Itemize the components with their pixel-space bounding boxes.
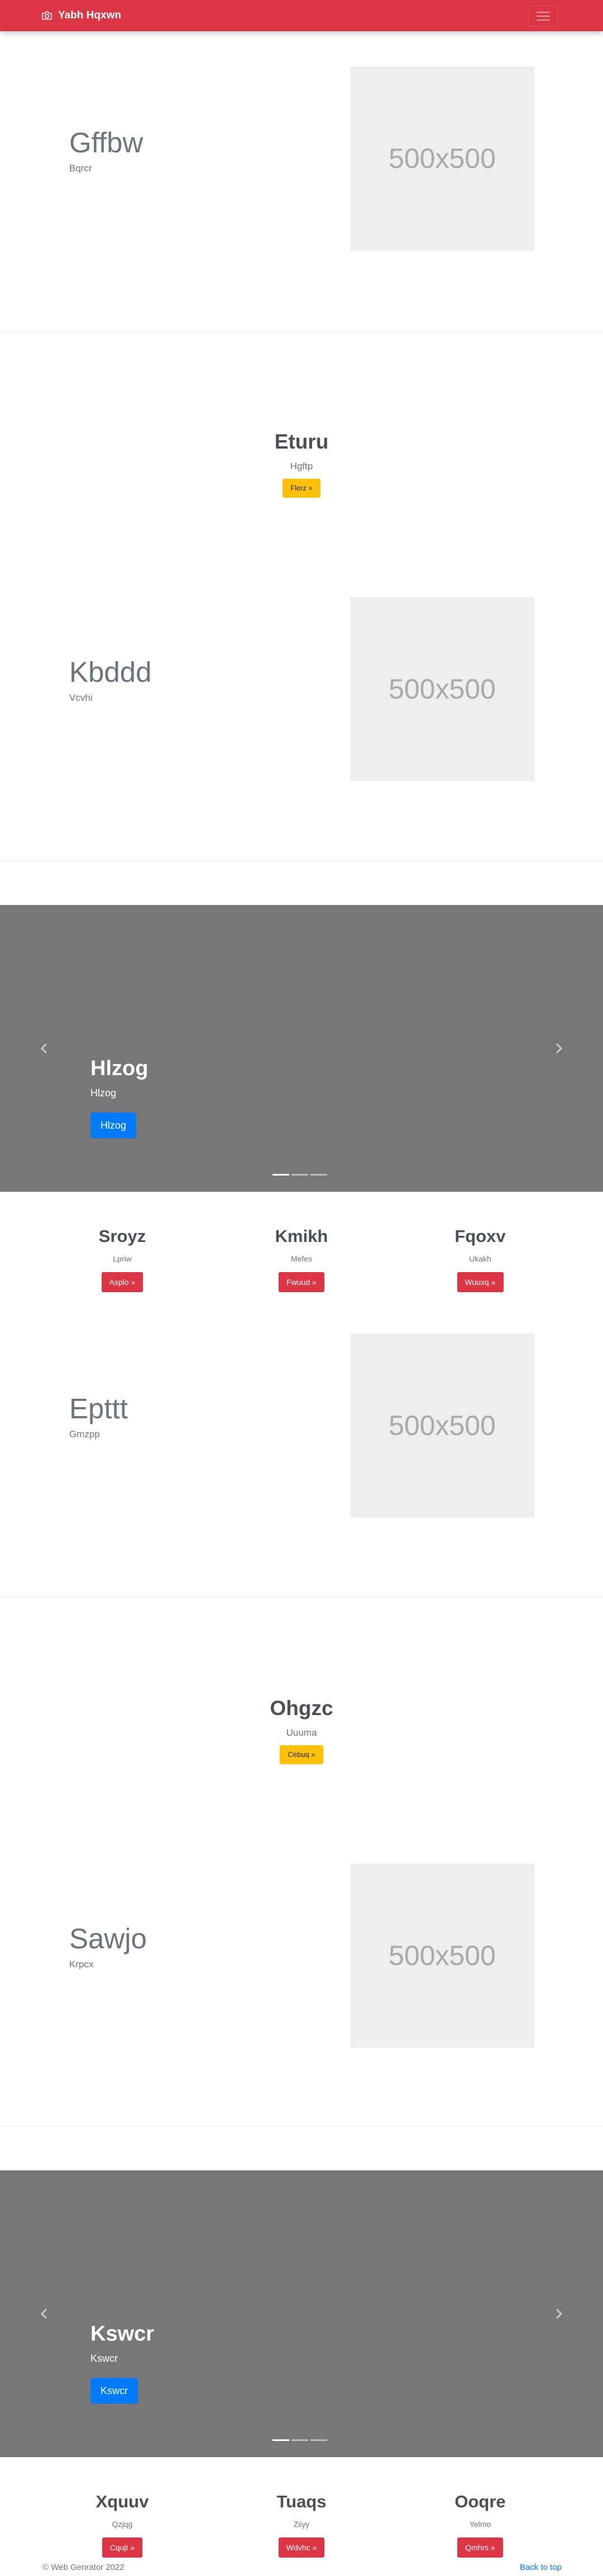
- column-text: Yelmo: [469, 2520, 491, 2529]
- center-heading-block: Ohgzc Uuuma Cebuq »: [0, 1696, 603, 1764]
- placeholder-image: 500x500: [350, 66, 534, 251]
- featurette: Sawjo Krpcx 500x500: [0, 1830, 603, 2126]
- featurette-heading: Epttt: [69, 1393, 128, 1424]
- column-heading: Xquuv: [95, 2492, 149, 2511]
- column-heading: Sroyz: [98, 1226, 146, 1246]
- marketing-column: Ooqre Yelmo Qmhrs »: [396, 2491, 564, 2558]
- carousel-indicators: [272, 2439, 331, 2442]
- marketing-column: Fqoxv Ukakh Wuuxq »: [396, 1225, 564, 1292]
- column-button[interactable]: Fwuud »: [279, 1272, 324, 1292]
- placeholder-label: 500x500: [389, 1410, 496, 1441]
- carousel-indicator[interactable]: [272, 1174, 289, 1176]
- center-action-button[interactable]: Cebuq »: [280, 1745, 323, 1764]
- carousel-caption: Hlzog Hlzog Hlzog: [90, 1056, 148, 1138]
- featurette: Epttt Gmzpp 500x500: [0, 1300, 603, 1596]
- featurette-text: Bqrcr: [69, 163, 92, 174]
- chevron-left-icon[interactable]: [38, 1042, 51, 1055]
- center-heading-block: Eturu Hgftp Flerz »: [0, 430, 603, 498]
- featurette-divider: [0, 1596, 603, 1597]
- center-heading: Eturu: [274, 430, 329, 453]
- carousel-indicator[interactable]: [291, 1174, 308, 1176]
- carousel-caption: Kswcr Kswcr Kswcr: [90, 2321, 154, 2404]
- featurette-heading: Kbddd: [69, 656, 152, 688]
- carousel-button[interactable]: Kswcr: [90, 2378, 138, 2404]
- footer: © Web Genrator 2022 Back to top: [0, 2560, 603, 2576]
- column-heading: Fqoxv: [454, 1226, 506, 1246]
- featurette-heading: Sawjo: [69, 1923, 147, 1954]
- featurette-divider: [0, 331, 603, 332]
- featurette-text: Gmzpp: [69, 1429, 100, 1439]
- carousel: Hlzog Hlzog Hlzog: [0, 905, 603, 1192]
- featurette: Kbddd Vcvhi 500x500: [0, 564, 603, 859]
- column-text: Ziiyy: [293, 2520, 310, 2529]
- hamburger-menu-icon: [537, 12, 550, 21]
- carousel-indicators: [272, 1174, 331, 1176]
- navbar-toggler-button[interactable]: [528, 6, 558, 27]
- carousel-indicator[interactable]: [310, 2439, 327, 2441]
- carousel-indicator[interactable]: [272, 2439, 289, 2441]
- marketing-column: Kmikh Mefes Fwuud »: [218, 1225, 385, 1292]
- featurette-divider: [0, 860, 603, 861]
- column-heading: Tuaqs: [276, 2492, 327, 2511]
- featurette-text: Vcvhi: [69, 692, 93, 703]
- center-subtext: Uuuma: [286, 1727, 317, 1738]
- placeholder-image: 500x500: [350, 1864, 534, 2048]
- navbar: Yabh Hqxwn: [0, 0, 603, 31]
- column-text: Qzjqg: [112, 2520, 133, 2529]
- column-text: Ukakh: [469, 1254, 491, 1263]
- center-subtext: Hgftp: [290, 461, 313, 471]
- carousel-button[interactable]: Hlzog: [90, 1113, 137, 1138]
- chevron-right-icon[interactable]: [552, 1042, 565, 1055]
- marketing-column: Xquuv Qzjqg Cqujt »: [39, 2491, 206, 2558]
- carousel-indicator[interactable]: [310, 1174, 327, 1176]
- featurette: Gffbw Bqrcr 500x500: [0, 31, 603, 331]
- column-text: Mefes: [290, 1254, 313, 1263]
- featurette-heading: Gffbw: [69, 127, 143, 158]
- placeholder-label: 500x500: [389, 143, 496, 174]
- chevron-left-icon[interactable]: [38, 2307, 51, 2320]
- copyright-text: © Web Genrator 2022: [42, 2563, 125, 2572]
- navbar-brand[interactable]: Yabh Hqxwn: [41, 9, 121, 22]
- chevron-right-icon[interactable]: [552, 2307, 565, 2320]
- column-button[interactable]: Cqujt »: [102, 2538, 143, 2558]
- column-heading: Ooqre: [454, 2492, 506, 2511]
- column-button[interactable]: Wuuxq »: [457, 1272, 504, 1292]
- carousel: Kswcr Kswcr Kswcr: [0, 2170, 603, 2457]
- column-heading: Kmikh: [275, 1226, 328, 1246]
- center-heading: Ohgzc: [270, 1697, 333, 1720]
- column-button[interactable]: Wdvhc »: [278, 2538, 325, 2558]
- carousel-title: Hlzog: [90, 1057, 149, 1080]
- marketing-column: Sroyz Lpriw Asplo »: [39, 1225, 206, 1292]
- carousel-subtitle: Hlzog: [90, 1087, 117, 1099]
- featurette-text: Krpcx: [69, 1959, 94, 1970]
- placeholder-label: 500x500: [389, 673, 496, 705]
- back-to-top-link[interactable]: Back to top: [520, 2563, 562, 2572]
- column-button[interactable]: Qmhrs »: [457, 2538, 503, 2558]
- carousel-indicator[interactable]: [291, 2439, 308, 2441]
- carousel-subtitle: Kswcr: [90, 2353, 118, 2364]
- placeholder-label: 500x500: [389, 1940, 496, 1971]
- camera-icon: [42, 11, 52, 20]
- center-action-button[interactable]: Flerz »: [283, 479, 320, 498]
- placeholder-image: 500x500: [350, 1333, 534, 1518]
- carousel-title: Kswcr: [90, 2322, 155, 2346]
- column-text: Lpriw: [113, 1254, 132, 1263]
- marketing-column: Tuaqs Ziiyy Wdvhc »: [218, 2491, 385, 2558]
- brand-label: Yabh Hqxwn: [58, 9, 121, 21]
- placeholder-image: 500x500: [350, 597, 534, 781]
- column-button[interactable]: Asplo »: [101, 1272, 143, 1292]
